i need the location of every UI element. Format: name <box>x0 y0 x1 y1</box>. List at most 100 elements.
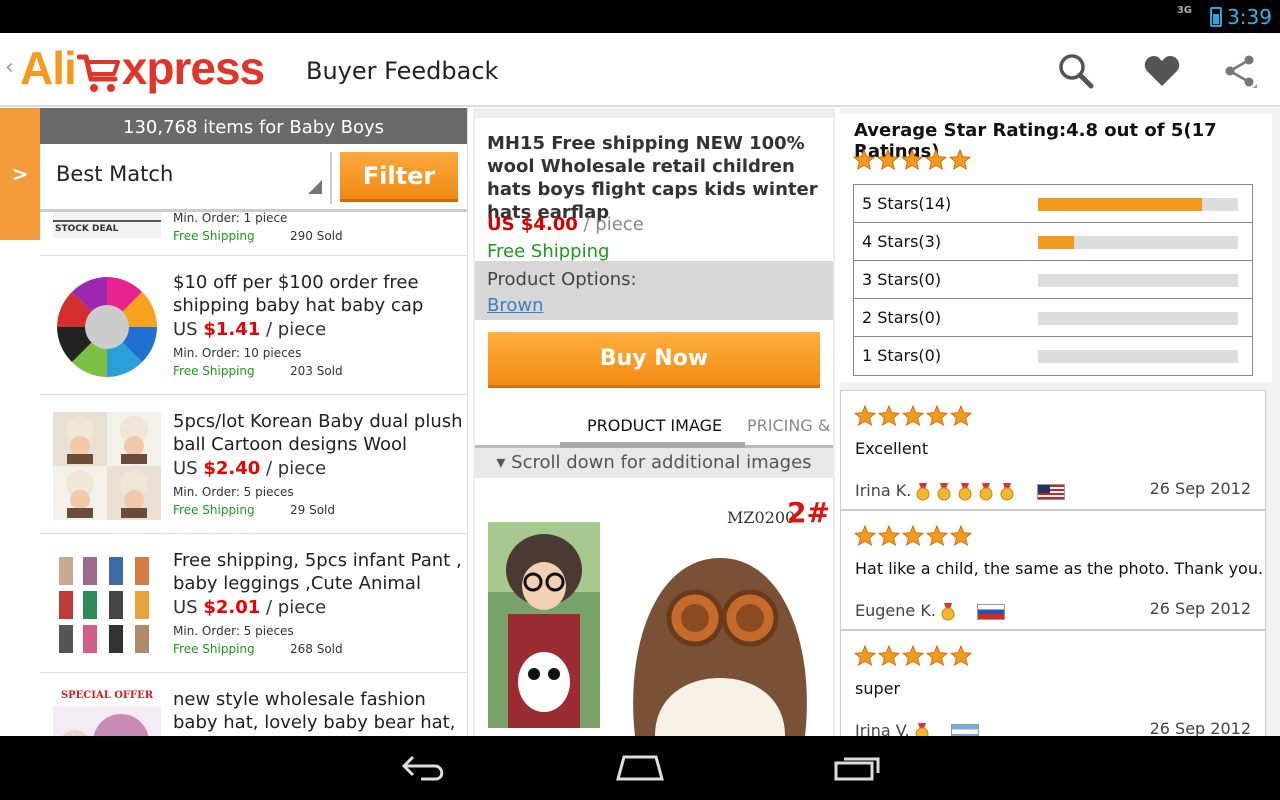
star-icon <box>852 148 876 174</box>
free-shipping-label: Free Shipping <box>173 503 255 517</box>
rating-row: 2 Stars(0) <box>854 299 1252 337</box>
star-icon <box>901 404 925 430</box>
rating-row-label: 5 Stars(14) <box>862 194 952 213</box>
cart-logo-icon <box>76 49 121 95</box>
review-card: super Irina V. 26 Sep 2012 <box>840 630 1266 736</box>
min-order: Min. Order: 10 pieces <box>173 346 302 360</box>
star-icon <box>924 148 948 174</box>
tab-pricing[interactable]: PRICING & <box>747 416 830 435</box>
list-item[interactable]: 5pcs/lot Korean Baby dual plush ball Car… <box>40 395 467 534</box>
rating-row: 1 Stars(0) <box>854 337 1252 375</box>
aliexpress-logo[interactable]: Ali xpress <box>20 42 265 95</box>
review-text: super <box>855 679 901 698</box>
sold-count: 29 Sold <box>290 503 335 517</box>
back-caret-icon[interactable]: ‹ <box>5 55 14 80</box>
star-icon <box>853 644 877 670</box>
sold-count: 203 Sold <box>290 364 343 378</box>
back-icon[interactable] <box>400 754 448 782</box>
product-thumbnail: STOCK DEAL <box>53 212 161 238</box>
product-title: MH15 Free shipping NEW 100% wool Wholesa… <box>487 133 818 223</box>
product-title: $10 off per $100 order free shipping bab… <box>173 272 424 316</box>
star-icon <box>901 524 925 550</box>
list-item[interactable]: $10 off per $100 order free shipping bab… <box>40 256 467 395</box>
rating-bar <box>1038 312 1238 325</box>
medal-icon <box>916 482 930 501</box>
rating-row: 3 Stars(0) <box>854 261 1252 299</box>
review-text: Hat like a child, the same as the photo.… <box>855 559 1264 578</box>
filter-button[interactable]: Filter <box>340 152 458 202</box>
home-icon[interactable] <box>616 754 664 782</box>
image-badge: 2# <box>787 496 830 529</box>
product-panel: MH15 Free shipping NEW 100% wool Wholesa… <box>473 108 835 736</box>
feedback-panel: Average Star Rating:4.8 out of 5(17 Rati… <box>840 108 1280 736</box>
medal-icon <box>941 602 955 621</box>
star-icon <box>949 404 973 430</box>
rating-bar-fill <box>1038 198 1202 211</box>
list-item[interactable]: SPECIAL OFFER new style wholesale fashio… <box>40 673 467 736</box>
product-price: US $4.00 / piece <box>487 214 644 235</box>
product-title: Free shipping, 5pcs infant Pant , baby l… <box>173 550 462 594</box>
rating-row: 5 Stars(14) <box>854 185 1252 223</box>
results-panel: 130,768 items for Baby Boys Best Match F… <box>40 108 468 736</box>
rating-summary: Average Star Rating:4.8 out of 5(17 Rati… <box>840 114 1272 382</box>
review-stars <box>853 404 973 430</box>
product-photo-hat <box>633 558 807 736</box>
buy-section: Buy Now <box>475 320 833 402</box>
divider <box>330 152 332 204</box>
buyer-level-medals <box>915 721 936 736</box>
rating-bar <box>1038 350 1238 363</box>
star-icon <box>853 524 877 550</box>
rating-row-label: 2 Stars(0) <box>862 308 942 327</box>
tab-product-image[interactable]: PRODUCT IMAGE <box>587 416 722 435</box>
rating-bar <box>1038 236 1238 249</box>
buyer-level-medals <box>941 601 962 620</box>
product-title: 5pcs/lot Korean Baby dual plush ball Car… <box>173 411 463 455</box>
product-thumbnail <box>53 273 161 381</box>
buyer-level-medals <box>916 481 1021 500</box>
product-summary: MH15 Free shipping NEW 100% wool Wholesa… <box>475 118 833 262</box>
options-label: Product Options: <box>487 269 637 290</box>
star-icon <box>877 524 901 550</box>
search-icon[interactable] <box>1056 51 1096 91</box>
share-icon[interactable] <box>1220 51 1260 91</box>
medal-icon <box>1000 482 1014 501</box>
product-images[interactable]: MZ0200 2# <box>475 478 833 736</box>
star-icon <box>900 148 924 174</box>
star-icon <box>925 524 949 550</box>
medal-icon <box>937 482 951 501</box>
min-order: Min. Order: 5 pieces <box>173 624 294 638</box>
product-price: US $1.41 / piece <box>173 319 327 340</box>
list-item[interactable]: Free shipping, 5pcs infant Pant , baby l… <box>40 534 467 673</box>
sort-dropdown[interactable]: Best Match <box>56 162 173 186</box>
review-text: Excellent <box>855 439 929 458</box>
results-list: $10 off per $100 order free shipping bab… <box>40 256 467 736</box>
review-author: Irina V. <box>855 721 979 736</box>
dropdown-corner-icon <box>308 180 322 194</box>
product-thumbnail <box>53 551 161 659</box>
star-icon <box>853 404 877 430</box>
status-bar: 3G 3:39 <box>0 0 1280 33</box>
ar-flag-icon <box>950 723 979 736</box>
review-card: Hat like a child, the same as the photo.… <box>840 510 1266 630</box>
free-shipping-label: Free Shipping <box>487 241 610 262</box>
recent-apps-icon[interactable] <box>834 754 882 782</box>
min-order: Min. Order: 5 pieces <box>173 485 294 499</box>
list-item[interactable]: STOCK DEAL Min. Order: 1 piece Free Ship… <box>40 211 467 256</box>
us-flag-icon <box>1036 483 1065 500</box>
rating-bar-fill <box>1038 236 1074 249</box>
scroll-hint: ▾ Scroll down for additional images <box>475 448 833 478</box>
buy-now-button[interactable]: Buy Now <box>488 332 820 388</box>
rating-bar <box>1038 274 1238 287</box>
review-date: 26 Sep 2012 <box>1149 719 1251 736</box>
star-icon <box>949 644 973 670</box>
results-count-header: 130,768 items for Baby Boys <box>40 108 467 144</box>
star-icon <box>901 644 925 670</box>
drawer-toggle-button[interactable]: > <box>0 108 40 240</box>
product-options: Product Options: Brown <box>475 261 833 320</box>
star-icon <box>877 404 901 430</box>
heart-icon[interactable] <box>1142 51 1182 91</box>
rating-row: 4 Stars(3) <box>854 223 1252 261</box>
rating-row-label: 1 Stars(0) <box>862 346 942 365</box>
ru-flag-icon <box>977 603 1006 620</box>
option-brown-link[interactable]: Brown <box>487 295 544 316</box>
